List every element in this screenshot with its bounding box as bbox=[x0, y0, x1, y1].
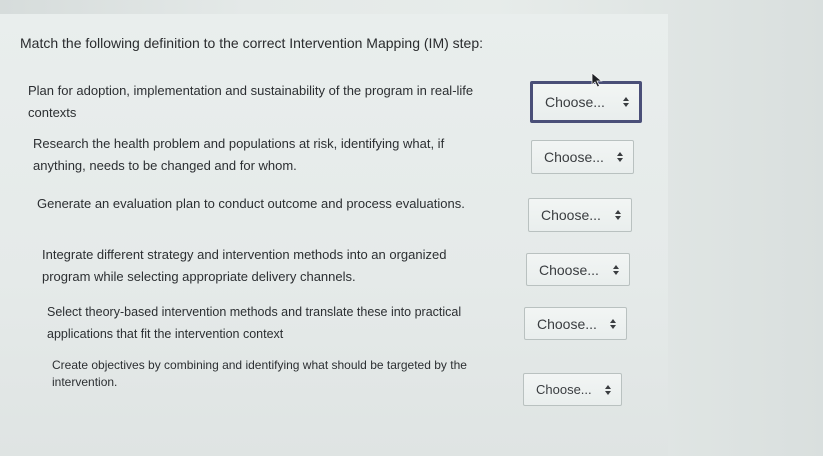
step-select-1-value: Choose... bbox=[545, 94, 605, 110]
updown-arrows-icon bbox=[616, 151, 624, 163]
definition-4-line2: program while selecting appropriate deli… bbox=[42, 269, 356, 284]
step-select-3-value: Choose... bbox=[541, 207, 601, 223]
definition-2-line2: anything, needs to be changed and for wh… bbox=[33, 158, 297, 173]
step-select-5-value: Choose... bbox=[537, 315, 597, 332]
step-select-5[interactable]: Choose... bbox=[524, 307, 627, 340]
definition-3: Generate an evaluation plan to conduct o… bbox=[37, 193, 465, 215]
step-select-6-value: Choose... bbox=[536, 382, 592, 397]
step-select-1[interactable]: Choose... bbox=[530, 81, 642, 123]
step-select-2-value: Choose... bbox=[544, 149, 604, 165]
definition-4: Integrate different strategy and interve… bbox=[42, 244, 446, 288]
step-select-4[interactable]: Choose... bbox=[526, 253, 630, 286]
definition-1-line2: contexts bbox=[28, 105, 77, 120]
definition-6-line1: Create objectives by combining and ident… bbox=[52, 358, 467, 372]
question-text: Match the following definition to the co… bbox=[20, 35, 484, 51]
definition-2-line1: Research the health problem and populati… bbox=[33, 136, 445, 151]
step-select-6[interactable]: Choose... bbox=[523, 373, 622, 406]
definition-4-line1: Integrate different strategy and interve… bbox=[42, 247, 447, 262]
definition-5-line1: Select theory-based intervention methods… bbox=[47, 305, 462, 319]
definition-6: Create objectives by combining and ident… bbox=[52, 357, 467, 391]
definition-5: Select theory-based intervention methods… bbox=[47, 301, 461, 345]
mouse-cursor-icon bbox=[591, 72, 603, 88]
step-select-4-value: Choose... bbox=[539, 261, 599, 278]
step-select-2[interactable]: Choose... bbox=[531, 140, 634, 174]
updown-arrows-icon bbox=[604, 384, 612, 396]
updown-arrows-icon bbox=[622, 96, 630, 108]
updown-arrows-icon bbox=[609, 318, 617, 330]
definition-1-line1: Plan for adoption, implementation and su… bbox=[28, 83, 474, 98]
definition-1: Plan for adoption, implementation and su… bbox=[28, 80, 473, 124]
updown-arrows-icon bbox=[614, 209, 622, 221]
definition-6-line2: intervention. bbox=[52, 375, 118, 389]
step-select-3[interactable]: Choose... bbox=[528, 198, 632, 232]
definition-5-line2: applications that fit the intervention c… bbox=[47, 327, 284, 341]
definition-2: Research the health problem and populati… bbox=[33, 133, 444, 177]
updown-arrows-icon bbox=[612, 264, 620, 276]
definition-3-line1: Generate an evaluation plan to conduct o… bbox=[37, 196, 465, 211]
